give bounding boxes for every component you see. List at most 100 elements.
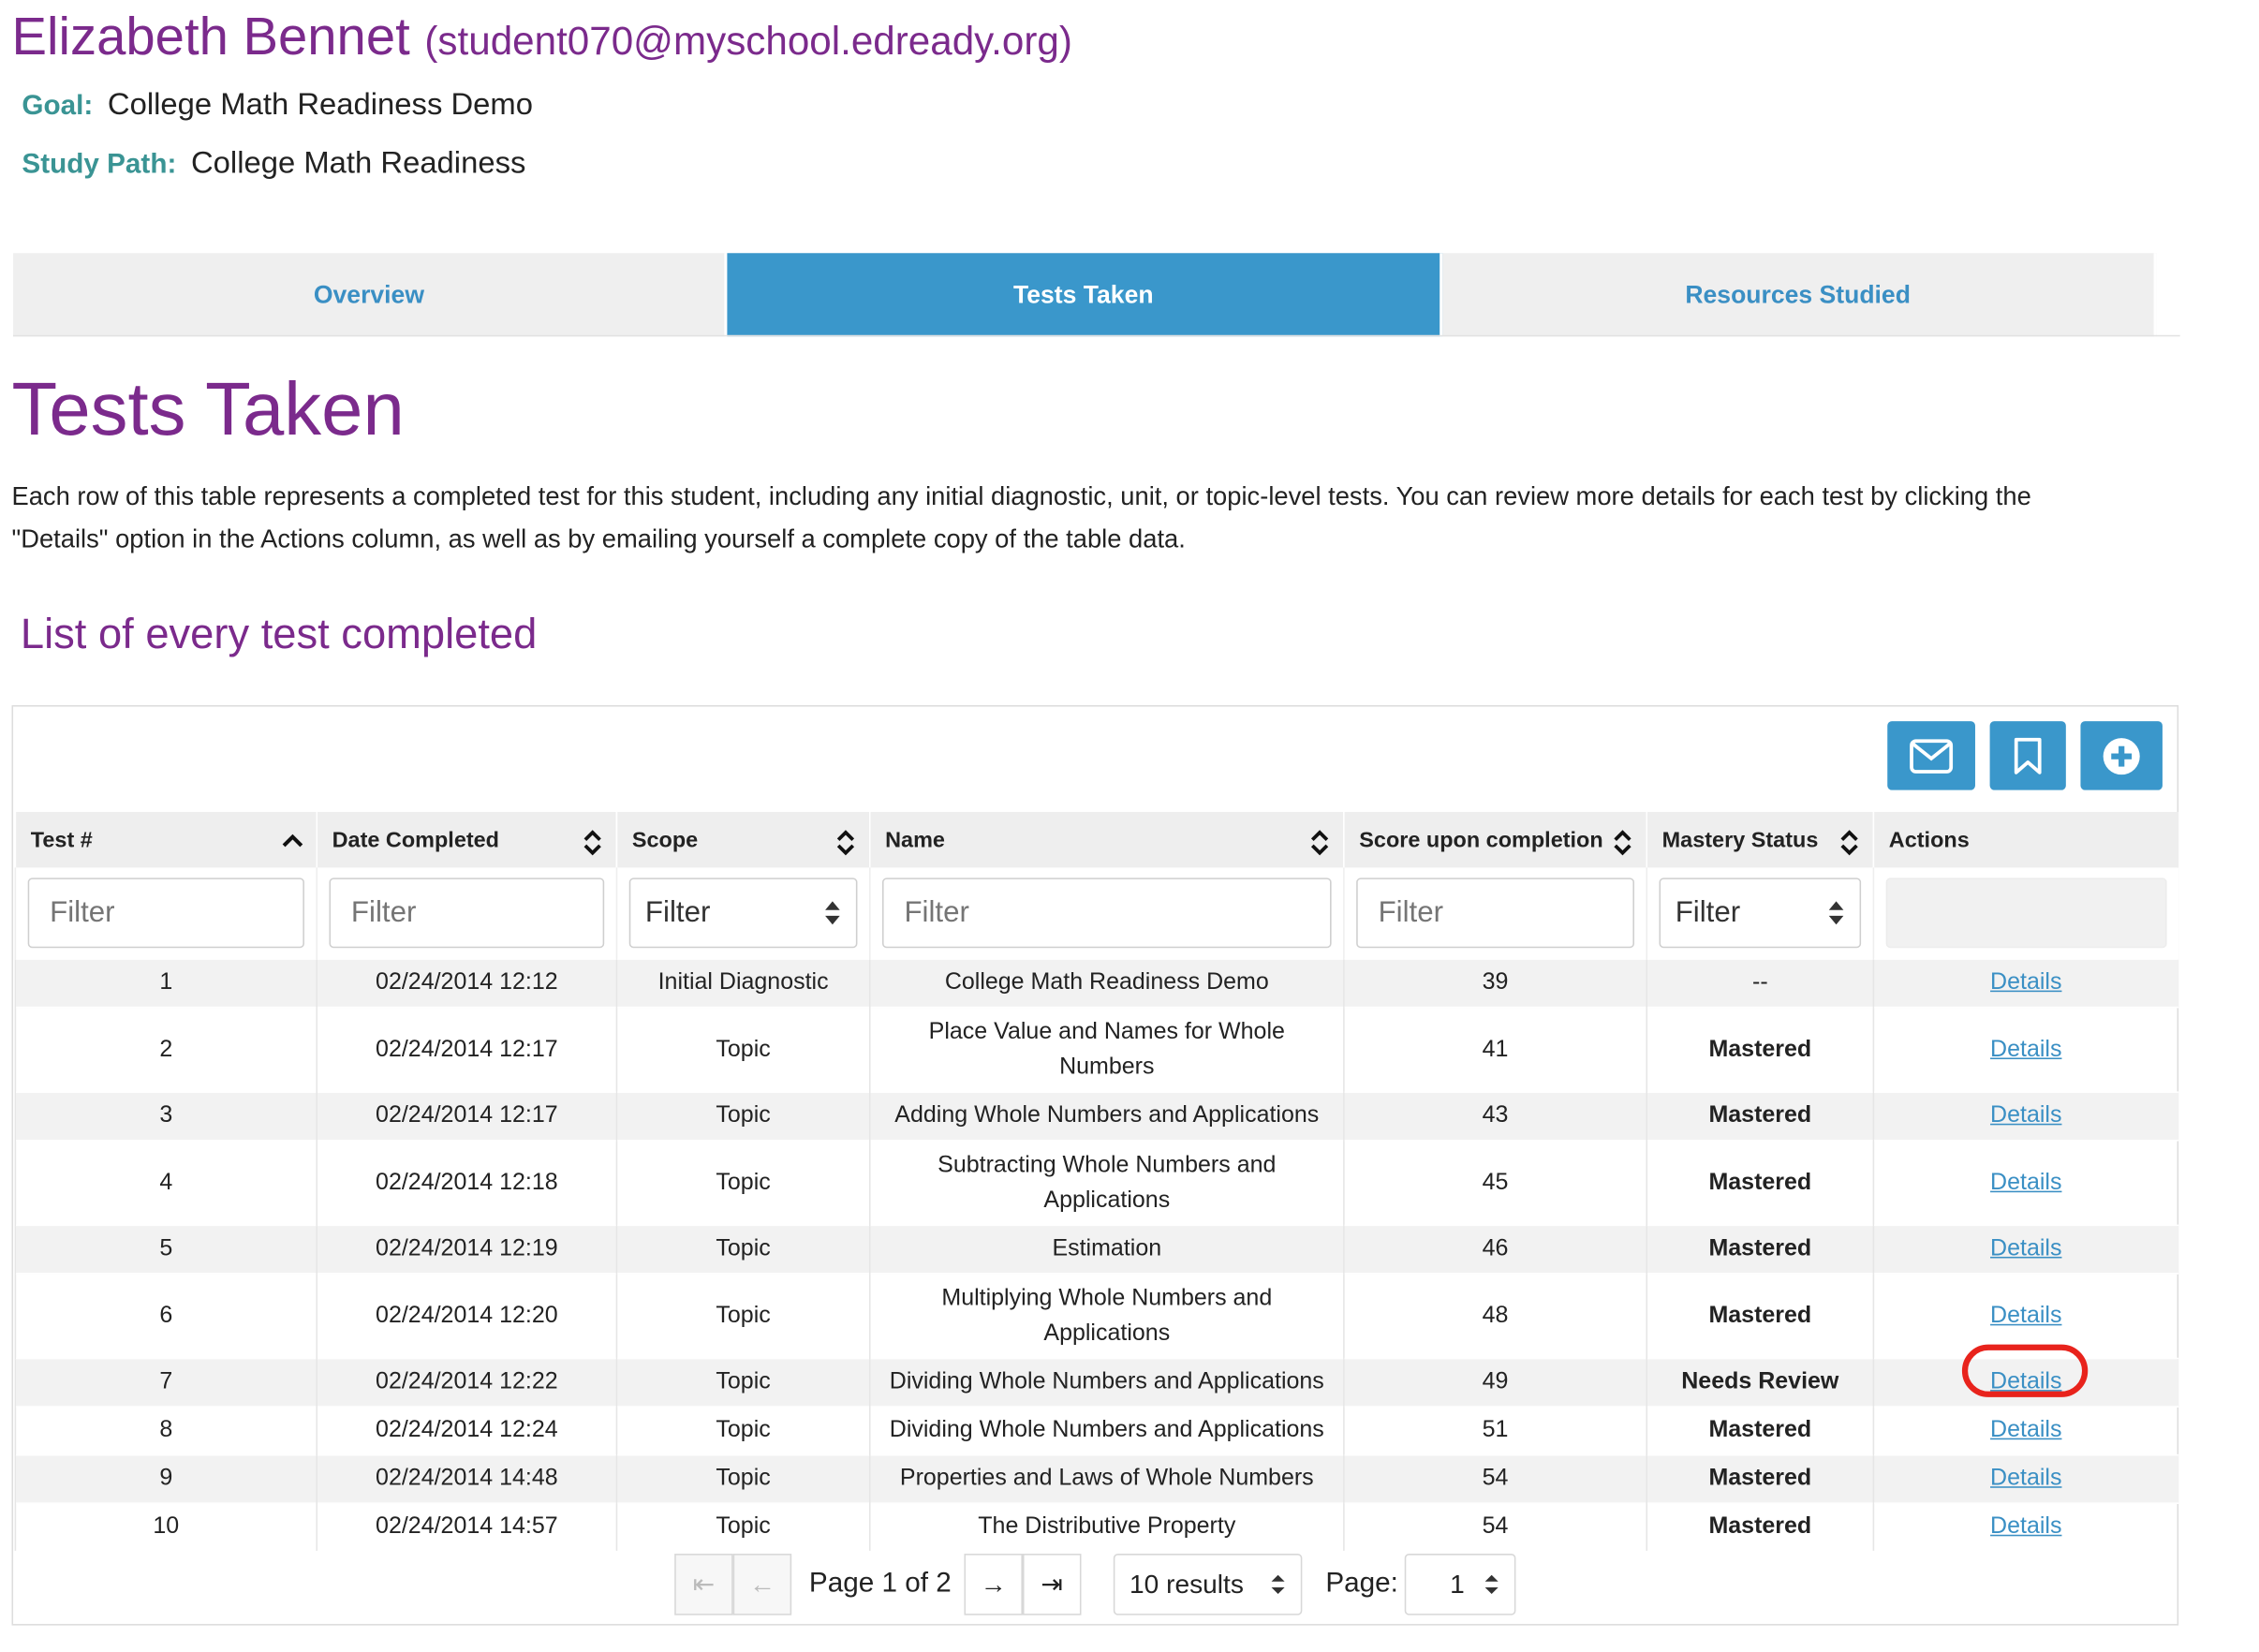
page: Elizabeth Bennet (student070@myschool.ed…: [0, 0, 2259, 1652]
prev-page-button[interactable]: ←: [732, 1554, 792, 1615]
header-name[interactable]: Name: [868, 812, 1344, 868]
mastery-filter-select[interactable]: Filter: [1659, 878, 1862, 949]
name-filter[interactable]: [882, 878, 1332, 949]
sort-icon: [1310, 830, 1329, 856]
header-scope[interactable]: Scope: [615, 812, 870, 868]
sort-icon: [1614, 830, 1632, 856]
cell-actions: Details: [1872, 958, 2178, 1008]
cell-name: College Math Readiness Demo: [868, 958, 1344, 1008]
cell-scope: Topic: [615, 1091, 870, 1141]
cell-name: Properties and Laws of Whole Numbers: [868, 1453, 1344, 1504]
cell-date: 02/24/2014 12:22: [316, 1357, 617, 1408]
tab-overview[interactable]: Overview: [13, 253, 728, 337]
cell-test-number: 5: [14, 1224, 317, 1274]
cell-date: 02/24/2014 12:24: [316, 1406, 617, 1455]
results-per-page-value: 10 results: [1130, 1569, 1244, 1599]
tab-divider: [13, 334, 2180, 337]
date-filter[interactable]: [329, 878, 605, 949]
details-link[interactable]: Details: [1990, 1103, 2061, 1128]
details-link[interactable]: Details: [1990, 1466, 2061, 1491]
cell-scope: Topic: [615, 1453, 870, 1504]
cell-test-number: 4: [14, 1139, 317, 1226]
cell-actions: Details: [1872, 1406, 2178, 1455]
table-row: 5 02/24/2014 12:19 Topic Estimation 46 M…: [14, 1224, 2178, 1274]
cell-test-number: 10: [14, 1502, 317, 1551]
header-date-completed[interactable]: Date Completed: [316, 812, 617, 868]
cell-mastery: Needs Review: [1646, 1357, 1874, 1408]
filter-cell: [14, 867, 317, 960]
header-label: Date Completed: [332, 827, 500, 852]
sort-icon: [1840, 830, 1858, 856]
tab-tests-taken[interactable]: Tests Taken: [727, 253, 1442, 337]
cell-test-number: 7: [14, 1357, 317, 1408]
score-filter[interactable]: [1356, 878, 1634, 949]
filter-cell: [316, 867, 617, 960]
header-label: Mastery Status: [1661, 827, 1819, 852]
details-link[interactable]: Details: [1990, 1170, 2061, 1195]
table-row: 1 02/24/2014 12:12 Initial Diagnostic Co…: [14, 958, 2178, 1008]
cell-name: Estimation: [868, 1224, 1344, 1274]
page-select-label: Page:: [1325, 1568, 1398, 1600]
cell-test-number: 2: [14, 1006, 317, 1093]
cell-name: Subtracting Whole Numbers and Applicatio…: [868, 1139, 1344, 1226]
cell-date: 02/24/2014 12:18: [316, 1139, 617, 1226]
cell-score: 51: [1343, 1406, 1647, 1455]
sort-ascending-icon: [282, 833, 303, 848]
filter-cell: [1872, 867, 2178, 960]
select-arrows-icon: [1271, 1574, 1285, 1595]
cell-score: 48: [1343, 1273, 1647, 1359]
details-link[interactable]: Details: [1990, 1236, 2061, 1261]
cell-mastery: Mastered: [1646, 1006, 1874, 1093]
header-mastery-status[interactable]: Mastery Status: [1646, 812, 1874, 868]
table-row: 10 02/24/2014 14:57 Topic The Distributi…: [14, 1502, 2178, 1551]
goal-row: Goal: College Math Readiness Demo: [22, 88, 533, 123]
cell-scope: Topic: [615, 1006, 870, 1093]
cell-name: The Distributive Property: [868, 1502, 1344, 1551]
cell-score: 41: [1343, 1006, 1647, 1093]
cell-mastery: Mastered: [1646, 1502, 1874, 1551]
highlight-circle: [1961, 1344, 2089, 1397]
details-link[interactable]: Details: [1990, 1037, 2061, 1062]
next-page-button[interactable]: →: [964, 1554, 1023, 1615]
tab-resources-studied[interactable]: Resources Studied: [1441, 253, 2157, 337]
table-row: 4 02/24/2014 12:18 Topic Subtracting Who…: [14, 1139, 2178, 1226]
bookmark-icon: [2014, 737, 2042, 774]
cell-test-number: 9: [14, 1453, 317, 1504]
cell-actions: Details: [1872, 1224, 2178, 1274]
cell-mastery: Mastered: [1646, 1406, 1874, 1455]
first-page-button[interactable]: ⇤: [674, 1554, 733, 1615]
header-score[interactable]: Score upon completion: [1343, 812, 1647, 868]
cell-mastery: Mastered: [1646, 1139, 1874, 1226]
tests-table: Test # Date Completed Scope Name Score u…: [14, 812, 2178, 1551]
header-test-number[interactable]: Test #: [14, 812, 317, 868]
cell-date: 02/24/2014 12:19: [316, 1224, 617, 1274]
page-number-select[interactable]: 1: [1404, 1554, 1516, 1615]
filter-cell: [868, 867, 1344, 960]
header-label: Test #: [30, 827, 93, 852]
email-button[interactable]: [1887, 721, 1975, 790]
header-label: Name: [885, 827, 945, 852]
details-link[interactable]: Details: [1990, 1418, 2061, 1443]
details-link[interactable]: Details: [1990, 1303, 2061, 1328]
cell-score: 39: [1343, 958, 1647, 1008]
email-icon: [1910, 738, 1954, 774]
results-per-page-select[interactable]: 10 results: [1113, 1554, 1303, 1615]
student-email: (student070@myschool.edready.org): [424, 19, 1072, 64]
scope-filter-select[interactable]: Filter: [628, 878, 858, 949]
cell-test-number: 8: [14, 1406, 317, 1455]
add-button[interactable]: [2080, 721, 2163, 790]
cell-scope: Topic: [615, 1139, 870, 1226]
test-number-filter[interactable]: [27, 878, 304, 949]
details-link[interactable]: Details: [1990, 1514, 2061, 1540]
table-row: 3 02/24/2014 12:17 Topic Adding Whole Nu…: [14, 1091, 2178, 1141]
page-number-value: 1: [1450, 1569, 1465, 1599]
header-label: Actions: [1888, 827, 1970, 852]
cell-scope: Topic: [615, 1273, 870, 1359]
last-page-icon: ⇥: [1041, 1569, 1064, 1599]
details-link[interactable]: Details: [1990, 970, 2061, 996]
bookmark-button[interactable]: [1989, 721, 2066, 790]
last-page-button[interactable]: ⇥: [1022, 1554, 1082, 1615]
cell-actions: Details: [1872, 1453, 2178, 1504]
cell-name: Multiplying Whole Numbers and Applicatio…: [868, 1273, 1344, 1359]
cell-scope: Topic: [615, 1502, 870, 1551]
